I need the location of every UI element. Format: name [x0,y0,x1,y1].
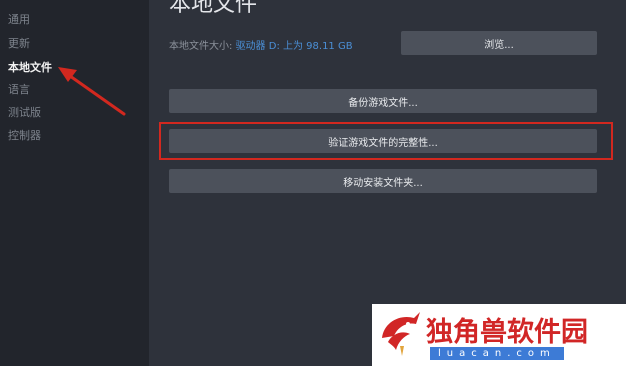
watermark: 独角兽软件园 luacan.com [372,304,626,366]
backup-game-files-button[interactable]: 备份游戏文件... [169,89,597,113]
size-label: 本地文件大小: [169,41,233,52]
sidebar-item-local-files[interactable]: 本地文件 [8,59,52,75]
watermark-title: 独角兽软件园 [426,317,588,348]
highlight-box [159,122,613,160]
move-install-folder-button[interactable]: 移动安装文件夹... [169,169,597,193]
watermark-url: luacan.com [430,347,564,360]
sidebar-item-controller[interactable]: 控制器 [8,127,41,143]
local-files-size: 本地文件大小: 驱动器 D: 上为 98.11 GB [169,37,353,52]
page-title: 本地文件 [169,0,258,17]
size-value: 驱动器 D: 上为 98.11 GB [235,41,353,52]
sidebar-item-updates[interactable]: 更新 [8,35,30,51]
sidebar-item-betas[interactable]: 测试版 [8,104,41,120]
settings-sidebar: 通用 更新 本地文件 语言 测试版 控制器 [0,0,149,366]
browse-button[interactable]: 浏览... [401,31,597,55]
unicorn-logo-icon [382,312,420,356]
sidebar-item-general[interactable]: 通用 [8,11,30,27]
sidebar-item-language[interactable]: 语言 [8,81,30,97]
